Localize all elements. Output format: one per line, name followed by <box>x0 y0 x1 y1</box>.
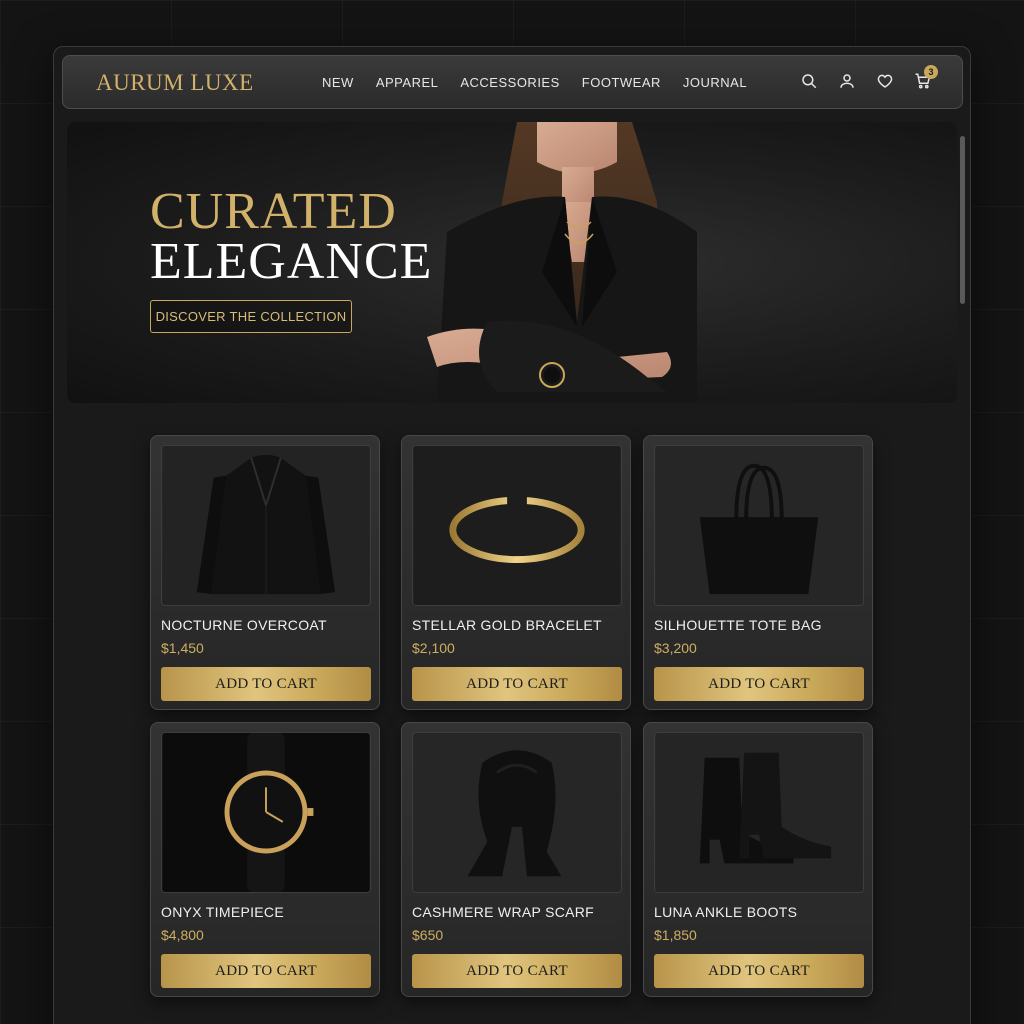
product-price: $650 <box>412 927 444 943</box>
product-price: $4,800 <box>161 927 204 943</box>
product-price: $1,450 <box>161 640 204 656</box>
nav-link-footwear[interactable]: FOOTWEAR <box>582 75 661 90</box>
product-price: $2,100 <box>412 640 455 656</box>
brand-logo[interactable]: AURUM LUXE <box>96 70 254 96</box>
nav-link-journal[interactable]: JOURNAL <box>683 75 747 90</box>
hero-banner: CURATED ELEGANCE DISCOVER THE COLLECTION <box>67 122 957 403</box>
scrollbar-thumb[interactable] <box>960 136 965 304</box>
product-card[interactable]: ONYX TIMEPIECE $4,800 ADD TO CART <box>150 722 380 997</box>
product-price: $1,850 <box>654 927 697 943</box>
product-card[interactable]: LUNA ANKLE BOOTS $1,850 ADD TO CART <box>643 722 873 997</box>
product-name[interactable]: NOCTURNE OVERCOAT <box>161 617 327 633</box>
add-to-cart-button[interactable]: ADD TO CART <box>161 667 371 701</box>
cart-count-badge: 3 <box>924 65 938 79</box>
product-image-bracelet[interactable] <box>412 445 622 606</box>
product-name[interactable]: CASHMERE WRAP SCARF <box>412 904 594 920</box>
product-card[interactable]: SILHOUETTE TOTE BAG $3,200 ADD TO CART <box>643 435 873 710</box>
product-image-tote-bag[interactable] <box>654 445 864 606</box>
product-card[interactable]: NOCTURNE OVERCOAT $1,450 ADD TO CART <box>150 435 380 710</box>
hero-title-line1: CURATED <box>150 183 397 240</box>
product-image-ankle-boots[interactable] <box>654 732 864 893</box>
product-image-overcoat[interactable] <box>161 445 371 606</box>
product-name[interactable]: ONYX TIMEPIECE <box>161 904 284 920</box>
product-name[interactable]: STELLAR GOLD BRACELET <box>412 617 602 633</box>
hero-title-line2: ELEGANCE <box>150 233 433 290</box>
product-image-scarf[interactable] <box>412 732 622 893</box>
product-image-watch[interactable] <box>161 732 371 893</box>
nav-link-new[interactable]: NEW <box>322 75 354 90</box>
search-icon[interactable] <box>800 72 818 90</box>
nav-links: NEW APPAREL ACCESSORIES FOOTWEAR JOURNAL <box>322 75 769 90</box>
nav-link-apparel[interactable]: APPAREL <box>376 75 439 90</box>
cart-icon[interactable]: 3 <box>914 65 938 90</box>
product-name[interactable]: LUNA ANKLE BOOTS <box>654 904 797 920</box>
product-price: $3,200 <box>654 640 697 656</box>
add-to-cart-button[interactable]: ADD TO CART <box>654 667 864 701</box>
nav-link-accessories[interactable]: ACCESSORIES <box>460 75 559 90</box>
add-to-cart-button[interactable]: ADD TO CART <box>412 954 622 988</box>
add-to-cart-button[interactable]: ADD TO CART <box>654 954 864 988</box>
product-card[interactable]: CASHMERE WRAP SCARF $650 ADD TO CART <box>401 722 631 997</box>
product-name[interactable]: SILHOUETTE TOTE BAG <box>654 617 822 633</box>
discover-collection-button[interactable]: DISCOVER THE COLLECTION <box>150 300 352 333</box>
heart-icon[interactable] <box>876 72 894 90</box>
add-to-cart-button[interactable]: ADD TO CART <box>161 954 371 988</box>
nav-icons: 3 <box>800 65 938 90</box>
user-icon[interactable] <box>838 72 856 90</box>
product-card[interactable]: STELLAR GOLD BRACELET $2,100 ADD TO CART <box>401 435 631 710</box>
add-to-cart-button[interactable]: ADD TO CART <box>412 667 622 701</box>
top-navbar: AURUM LUXE NEW APPAREL ACCESSORIES FOOTW… <box>62 55 963 109</box>
